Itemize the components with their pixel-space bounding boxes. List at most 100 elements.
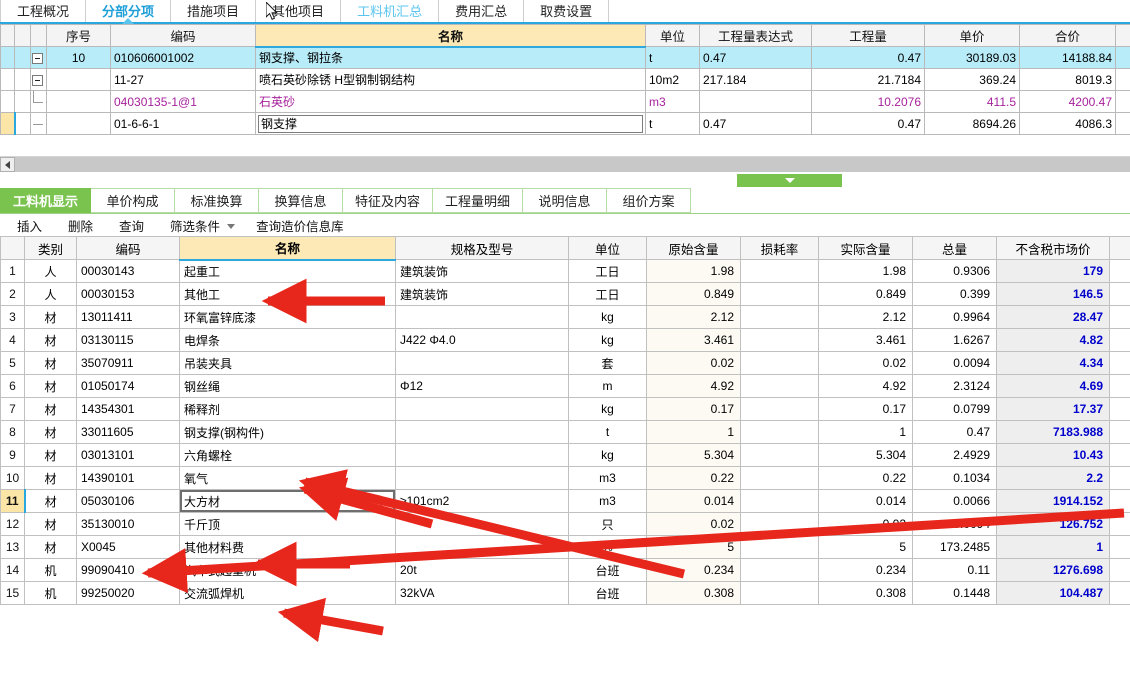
table-row[interactable]: 01-6-6-1 钢支撑 t 0.47 0.47 8694.26 4086.3 [0, 112, 1130, 135]
cell-original-content[interactable]: 2.12 [646, 305, 741, 329]
cell-original-content[interactable]: 0.014 [646, 489, 741, 513]
col-unit-price[interactable]: 单价 [924, 24, 1020, 47]
cell-actual-content[interactable]: 5.304 [818, 443, 913, 467]
cell-spec-model[interactable] [395, 535, 569, 559]
cell-spec-model[interactable]: 建筑装饰 [395, 282, 569, 306]
cell-name[interactable]: 钢支撑(钢构件) [179, 420, 396, 444]
cell-name[interactable]: 喷石英砂除锈 H型钢制钢结构 [255, 68, 646, 91]
main-tab-bar[interactable]: 工程概况 分部分项 措施项目 其他项目 工料机汇总 费用汇总 取费设置 [0, 0, 1130, 24]
detail-toolbar[interactable]: 插入 删除 查询 筛选条件 查询造价信息库 [0, 214, 1130, 236]
cell-spec-model[interactable] [395, 397, 569, 421]
table-row[interactable]: 12 材 35130010 千斤顶只 0.02 0.02 0.0094 126.752 [0, 512, 1130, 536]
col-loss-rate[interactable]: 损耗率 [740, 236, 819, 260]
row-indicator-current[interactable] [0, 112, 16, 135]
cell-category[interactable]: 材 [24, 351, 77, 375]
cell-code[interactable]: 11-27 [110, 68, 256, 91]
row-number[interactable]: 5 [0, 351, 25, 375]
cell-qty[interactable]: 21.7184 [811, 68, 925, 91]
table-row[interactable]: 3 材 13011411 环氧富锌底漆 kg 2.12 2.12 0.9964 28.47 [0, 305, 1130, 329]
cell-code[interactable]: 01-6-6-1 [110, 112, 256, 135]
cell-actual-content[interactable]: 0.02 [818, 512, 913, 536]
table-row[interactable]: 10 010606001002 钢支撑、钢拉条 t 0.47 0.47 3018… [0, 46, 1130, 69]
ellipsis-browse-button[interactable]: ... [375, 494, 394, 509]
cell-expr[interactable]: 0.47 [699, 46, 812, 69]
cell-loss-rate[interactable] [740, 397, 819, 421]
row-number[interactable]: 13 [0, 535, 25, 559]
cell-qty[interactable]: 0.47 [811, 46, 925, 69]
cell-unit[interactable]: 只 [568, 512, 647, 536]
cell-qty[interactable]: 0.47 [811, 112, 925, 135]
cell-unit[interactable]: 套 [568, 351, 647, 375]
cell-expr[interactable]: 0.47 [699, 112, 812, 135]
cell-loss-rate[interactable] [740, 305, 819, 329]
row-indicator[interactable] [0, 90, 15, 113]
row-number[interactable]: 12 [0, 512, 25, 536]
cell-actual-content[interactable]: 0.234 [818, 558, 913, 582]
cell-unit[interactable]: m3 [568, 466, 647, 490]
tab-project-overview[interactable]: 工程概况 [0, 0, 87, 22]
cell-spec-model[interactable]: 20t [395, 558, 569, 582]
cell-name[interactable]: 其他工 [179, 282, 396, 306]
cell-actual-content[interactable]: 0.308 [818, 581, 913, 605]
cell-total-qty[interactable]: 0.0066 [912, 489, 997, 513]
cell-code[interactable]: 14354301 [76, 397, 180, 421]
cell-actual-content[interactable]: 3.461 [818, 328, 913, 352]
collapse-minus-icon[interactable] [31, 52, 43, 64]
col-actual-content[interactable]: 实际含量 [818, 236, 913, 260]
insert-button[interactable]: 插入 [4, 216, 55, 235]
cell-unit[interactable]: 台班 [568, 581, 647, 605]
table-row[interactable]: 04030135-1@1 石英砂 m3 10.2076 411.5 4200.4… [0, 90, 1130, 113]
cell-original-content[interactable]: 0.02 [646, 351, 741, 375]
cell-category[interactable]: 材 [24, 397, 77, 421]
tree-toggle-cell[interactable] [30, 68, 47, 91]
cell-total-qty[interactable]: 0.399 [912, 282, 997, 306]
col-market-price-ex-tax[interactable]: 不含税市场价 [996, 236, 1110, 260]
cell-loss-rate[interactable] [740, 512, 819, 536]
cell-spec-model[interactable] [395, 420, 569, 444]
cell-code[interactable]: 010606001002 [110, 46, 256, 69]
filter-condition-button[interactable]: 筛选条件 [157, 216, 233, 235]
cell-unit[interactable]: t [645, 112, 700, 135]
cell-market-price[interactable]: 1914.152 [996, 489, 1110, 513]
cell-loss-rate[interactable] [740, 351, 819, 375]
cell-total-qty[interactable]: 0.9964 [912, 305, 997, 329]
tab-description-info[interactable]: 说明信息 [523, 188, 608, 213]
cell-category[interactable]: 材 [24, 374, 77, 398]
cell-price[interactable]: 411.5 [924, 90, 1020, 113]
cell-spec-model[interactable]: Φ12 [395, 374, 569, 398]
cell-total[interactable]: 4200.47 [1019, 90, 1116, 113]
cell-category[interactable]: 人 [24, 259, 77, 283]
cell-total[interactable]: 14188.84 [1019, 46, 1116, 69]
cell-code[interactable]: 33011605 [76, 420, 180, 444]
cell-total-qty[interactable]: 173.2485 [912, 535, 997, 559]
cell-unit[interactable]: kg [568, 328, 647, 352]
cell-market-price[interactable]: 4.69 [996, 374, 1110, 398]
cell-name[interactable]: 石英砂 [255, 90, 646, 113]
cell-qty[interactable]: 10.2076 [811, 90, 925, 113]
cell-total-qty[interactable]: 1.6267 [912, 328, 997, 352]
collapse-panel-button[interactable] [737, 174, 842, 187]
tab-fee-summary[interactable]: 费用汇总 [439, 0, 525, 22]
cell-unit[interactable]: t [645, 46, 700, 69]
cell-name[interactable]: 吊装夹具 [179, 351, 396, 375]
cell-market-price[interactable]: 4.82 [996, 328, 1110, 352]
tab-unit-price-composition[interactable]: 单价构成 [91, 188, 176, 213]
row-number[interactable]: 7 [0, 397, 25, 421]
col-qty-expression[interactable]: 工程量表达式 [699, 24, 812, 47]
cell-name[interactable]: 稀释剂 [179, 397, 396, 421]
cell-loss-rate[interactable] [740, 420, 819, 444]
cell-actual-content[interactable]: 0.17 [818, 397, 913, 421]
cell-code[interactable]: 13011411 [76, 305, 180, 329]
cell-total-qty[interactable]: 0.11 [912, 558, 997, 582]
col-unit[interactable]: 单位 [645, 24, 700, 47]
cell-actual-content[interactable]: 4.92 [818, 374, 913, 398]
tab-other-items[interactable]: 其他项目 [256, 0, 342, 22]
labor-material-machine-grid[interactable]: 类别 编码 名称 规格及型号 单位 原始含量 损耗率 实际含量 总量 不含税市场… [0, 236, 1130, 605]
cell-market-price[interactable]: 28.47 [996, 305, 1110, 329]
cell-code[interactable]: 00030143 [76, 259, 180, 283]
cell-market-price[interactable]: 1276.698 [996, 558, 1110, 582]
cell-total-qty[interactable]: 2.3124 [912, 374, 997, 398]
cell-code[interactable]: 99090410 [76, 558, 180, 582]
col-quantity[interactable]: 工程量 [811, 24, 925, 47]
cell-code[interactable]: 04030135-1@1 [110, 90, 256, 113]
